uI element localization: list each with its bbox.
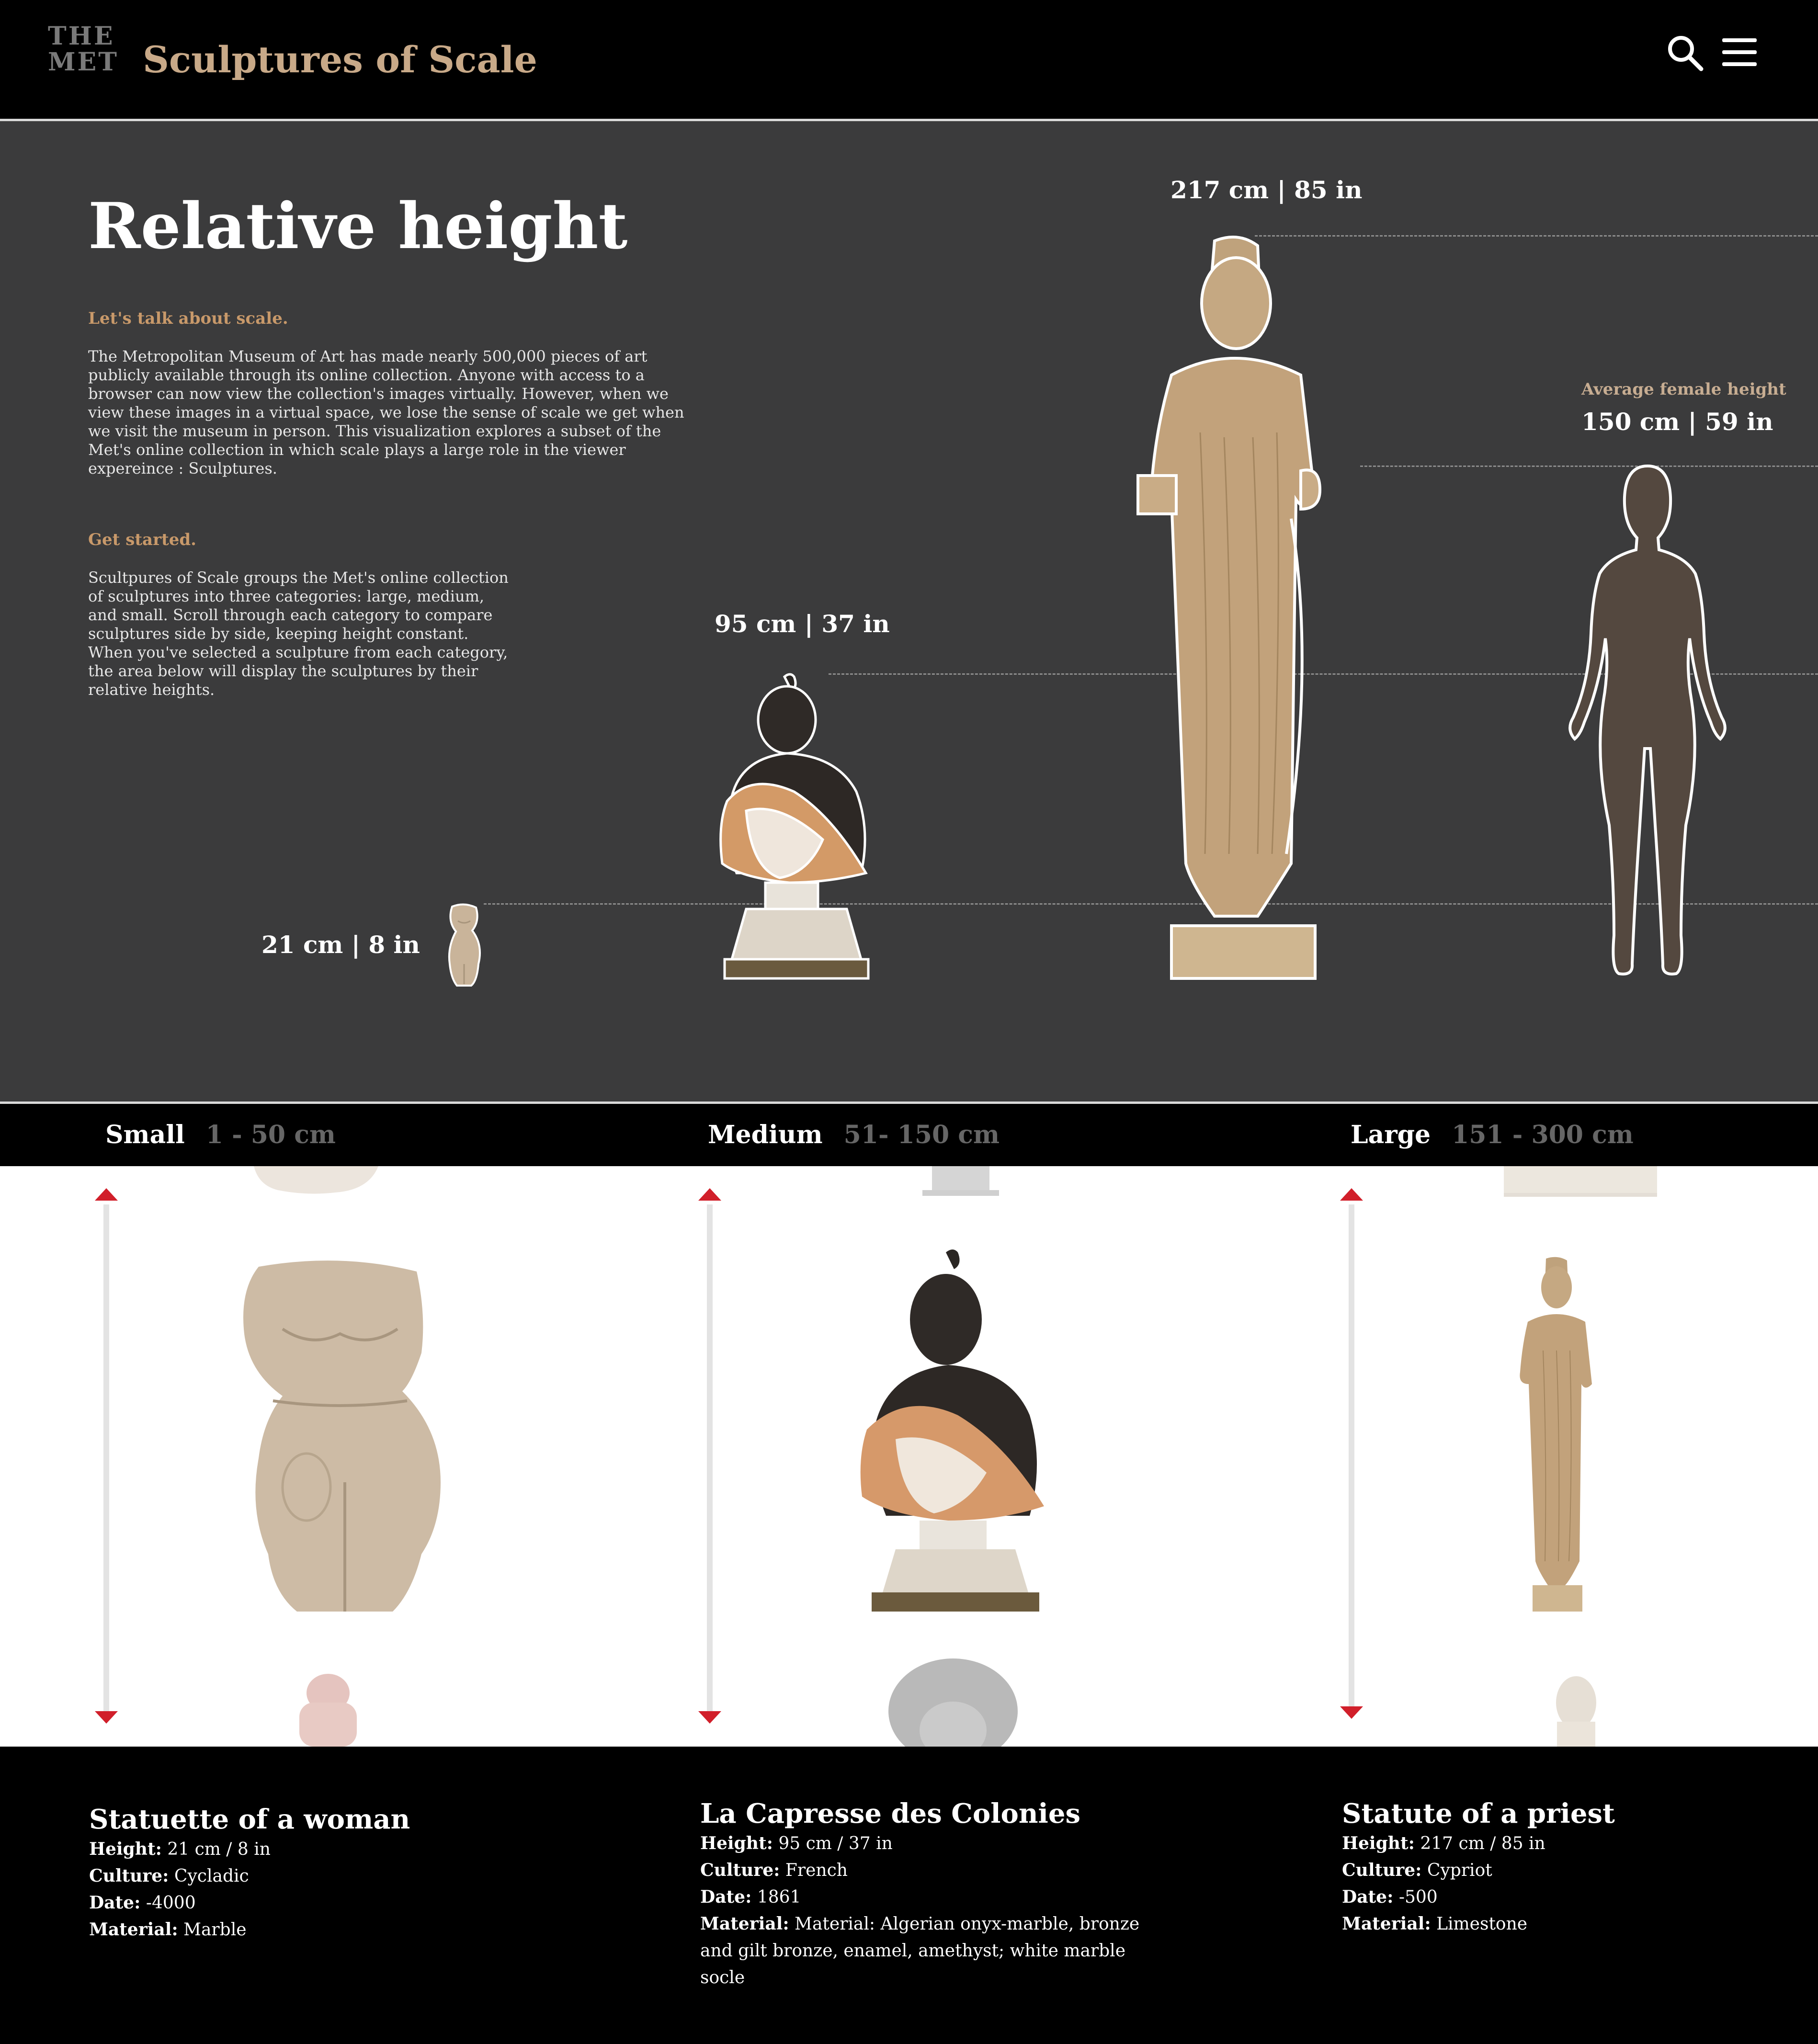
category-medium[interactable]: Medium 51- 150 cm (708, 1118, 1000, 1152)
medium-next-sculpture-preview[interactable] (886, 1658, 1020, 1747)
get-started-heading: Get started. (88, 530, 196, 549)
category-bar: Small 1 - 50 cm Medium 51- 150 cm Large 151… (0, 1104, 1818, 1166)
height-value: 95 cm / 37 in (778, 1834, 893, 1853)
small-selected-sculpture[interactable] (230, 1257, 450, 1621)
large-next-sculpture-preview[interactable] (1550, 1674, 1602, 1747)
height-label: Height: (700, 1833, 773, 1853)
height-value: 217 cm / 85 in (1420, 1834, 1545, 1853)
medium-scroll-down-arrow-icon[interactable] (698, 1711, 721, 1724)
medium-scroll-up-arrow-icon[interactable] (698, 1188, 721, 1201)
category-small[interactable]: Small 1 - 50 cm (105, 1118, 336, 1152)
large-material-row: Material: Limestone (1342, 1910, 1527, 1938)
small-height-row: Height: 21 cm / 8 in (89, 1836, 271, 1863)
average-height-caption: Average female height (1581, 380, 1786, 399)
category-large-range: 151 - 300 cm (1452, 1120, 1634, 1149)
average-female-silhouette (1568, 464, 1727, 976)
sculpture-browser (0, 1166, 1818, 1747)
search-icon[interactable] (1666, 34, 1704, 72)
date-label: Date: (1342, 1887, 1394, 1907)
small-scroll-track[interactable] (103, 1204, 109, 1712)
large-sculpture-title: Statute of a priest (1342, 1798, 1615, 1829)
culture-value: Cycladic (174, 1866, 249, 1886)
material-value: Marble (183, 1920, 247, 1940)
large-statue-figure[interactable] (1114, 231, 1368, 989)
material-label: Material: (1342, 1914, 1431, 1934)
large-culture-row: Culture: Cypriot (1342, 1857, 1492, 1884)
site-header: THE MET Sculptures of Scale (0, 0, 1818, 119)
date-label: Date: (700, 1887, 752, 1907)
site-title[interactable]: Sculptures of Scale (143, 34, 537, 86)
small-date-row: Date: -4000 (89, 1889, 196, 1917)
category-medium-range: 51- 150 cm (843, 1120, 1000, 1149)
date-label: Date: (89, 1893, 141, 1913)
material-label: Material: (700, 1914, 789, 1934)
small-sculpture-title: Statuette of a woman (89, 1804, 410, 1835)
culture-value: French (785, 1861, 848, 1880)
large-date-row: Date: -500 (1342, 1884, 1438, 1911)
get-started-paragraph: Scultpures of Scale groups the Met's onl… (88, 568, 509, 699)
date-value: -500 (1398, 1887, 1438, 1907)
medium-height-row: Height: 95 cm / 37 in (700, 1830, 893, 1857)
large-scroll-down-arrow-icon[interactable] (1340, 1706, 1363, 1719)
small-culture-row: Culture: Cycladic (89, 1862, 249, 1890)
hamburger-menu-icon[interactable] (1721, 35, 1758, 69)
medium-culture-row: Culture: French (700, 1857, 848, 1884)
met-logo-line-2[interactable]: MET (48, 50, 119, 75)
large-scroll-track[interactable] (1349, 1204, 1354, 1712)
large-selected-sculpture[interactable] (1513, 1255, 1600, 1619)
average-height-label: 150 cm | 59 in (1581, 408, 1773, 436)
category-small-range: 1 - 50 cm (205, 1120, 336, 1149)
large-height-row: Height: 217 cm / 85 in (1342, 1830, 1545, 1857)
date-value: -4000 (146, 1893, 196, 1913)
medium-sculpture-title: La Capresse des Colonies (700, 1798, 1080, 1829)
height-value: 21 cm / 8 in (167, 1840, 271, 1859)
culture-label: Culture: (700, 1860, 780, 1880)
medium-bust-figure[interactable] (713, 672, 880, 988)
material-label: Material: (89, 1919, 178, 1940)
culture-label: Culture: (89, 1866, 169, 1886)
date-value: 1861 (757, 1887, 801, 1907)
small-previous-sculpture-preview[interactable] (249, 1166, 383, 1195)
culture-value: Cypriot (1427, 1861, 1492, 1880)
category-medium-name: Medium (708, 1120, 823, 1149)
large-scroll-up-arrow-icon[interactable] (1340, 1188, 1363, 1201)
medium-scroll-track[interactable] (707, 1204, 713, 1712)
intro-heading: Let's talk about scale. (88, 309, 288, 328)
sculpture-details-panel: Statuette of a woman Height: 21 cm / 8 i… (0, 1747, 1818, 2044)
medium-height-label: 95 cm | 37 in (715, 610, 890, 638)
medium-date-row: Date: 1861 (700, 1884, 801, 1911)
height-label: Height: (89, 1839, 162, 1859)
category-large[interactable]: Large 151 - 300 cm (1351, 1118, 1634, 1152)
small-scroll-down-arrow-icon[interactable] (95, 1711, 118, 1724)
small-material-row: Material: Marble (89, 1916, 247, 1943)
met-logo-line-1[interactable]: THE (48, 24, 114, 49)
large-height-label: 217 cm | 85 in (1170, 176, 1363, 204)
material-value: Limestone (1436, 1914, 1528, 1934)
relative-height-section: Relative height Let's talk about scale. … (0, 121, 1818, 1101)
culture-label: Culture: (1342, 1860, 1422, 1880)
category-large-name: Large (1351, 1120, 1431, 1149)
intro-paragraph: The Metropolitan Museum of Art has made … (88, 347, 684, 477)
medium-previous-sculpture-preview[interactable] (922, 1166, 999, 1196)
medium-selected-sculpture[interactable] (857, 1248, 1054, 1612)
page-title: Relative height (88, 189, 628, 263)
large-previous-sculpture-preview[interactable] (1504, 1166, 1657, 1197)
medium-material-row: Material: Material: Algerian onyx-marble… (700, 1910, 1141, 1991)
small-height-label: 21 cm | 8 in (261, 931, 420, 959)
small-next-sculpture-preview[interactable] (287, 1674, 369, 1747)
small-statuette-figure[interactable] (438, 902, 490, 988)
small-scroll-up-arrow-icon[interactable] (95, 1188, 118, 1201)
height-label: Height: (1342, 1833, 1415, 1853)
category-small-name: Small (105, 1120, 185, 1149)
